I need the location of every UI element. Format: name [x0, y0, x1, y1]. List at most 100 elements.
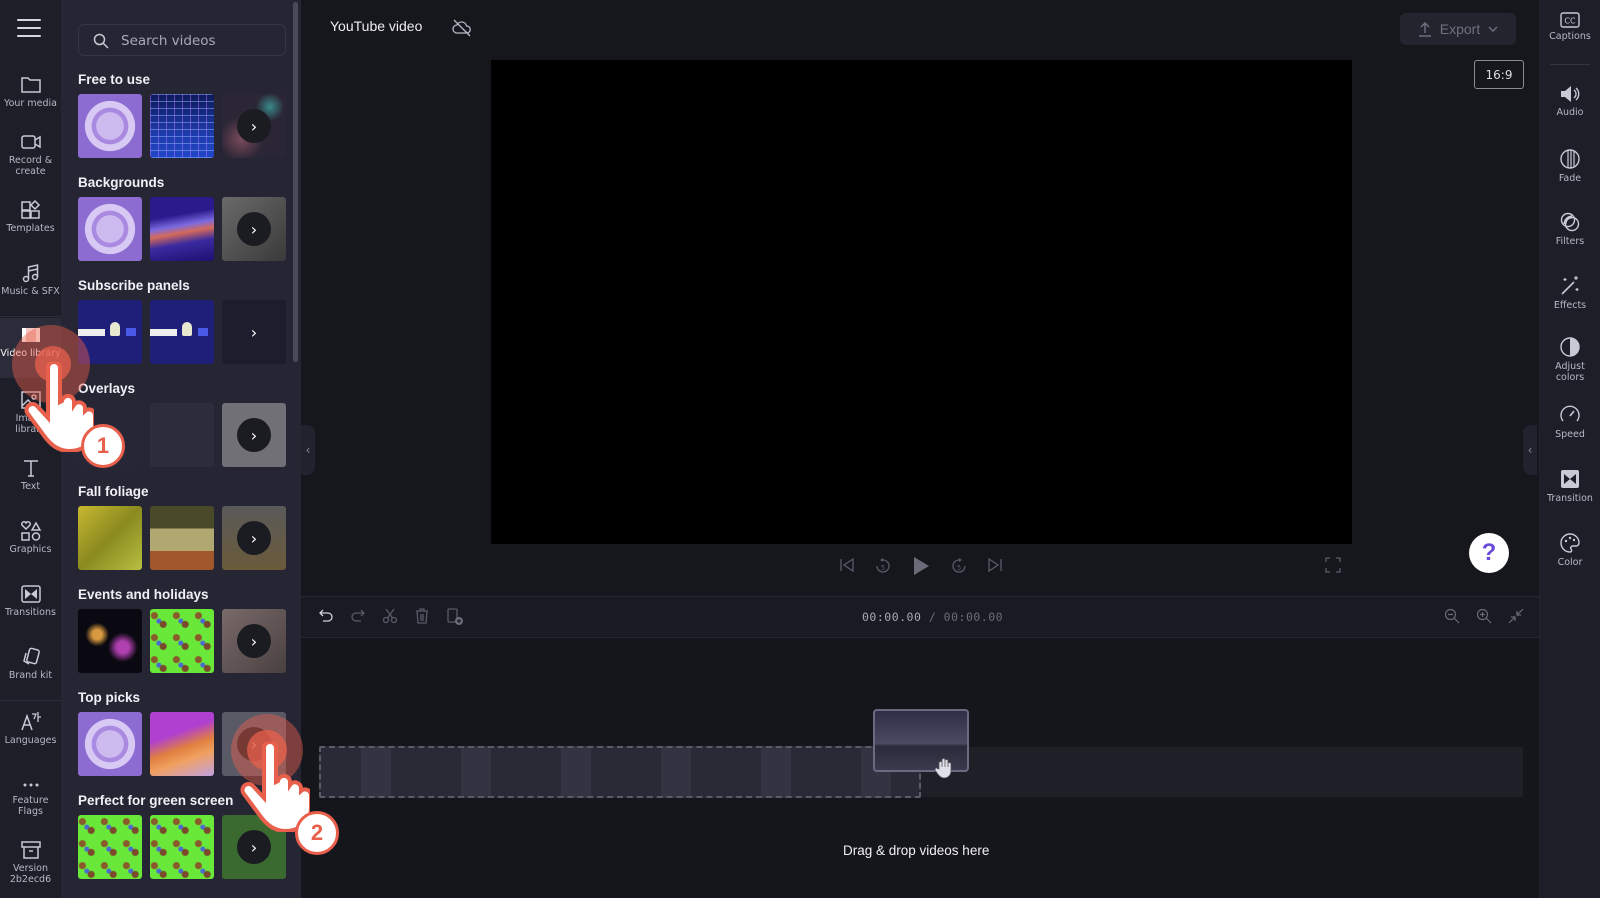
zoom-in-icon[interactable] — [1476, 608, 1492, 624]
nav-label: Version 2b2ecd6 — [9, 863, 52, 885]
undo-icon[interactable] — [318, 608, 334, 624]
rail-label: Transition — [1547, 493, 1593, 504]
video-thumbnail[interactable] — [78, 197, 142, 261]
chevron-right-icon[interactable]: › — [237, 109, 271, 143]
fullscreen-icon[interactable] — [1325, 557, 1341, 573]
search-box[interactable] — [78, 24, 286, 56]
video-thumbnail[interactable] — [150, 403, 214, 467]
nav-item-brand-kit[interactable]: Brand kit — [0, 647, 61, 681]
total-duration: 00:00.00 — [943, 610, 1004, 624]
see-more-tile[interactable]: › — [222, 94, 286, 158]
nav-label: Templates — [6, 223, 55, 234]
video-thumbnail[interactable] — [78, 506, 142, 570]
rail-item-color[interactable]: Color — [1540, 532, 1600, 568]
nav-label: Graphics — [9, 544, 52, 555]
video-thumbnail[interactable] — [150, 94, 214, 158]
nav-divider — [0, 700, 61, 701]
rail-divider — [1550, 64, 1590, 65]
chevron-right-icon[interactable]: › — [237, 830, 271, 864]
nav-item-graphics[interactable]: Graphics — [0, 521, 61, 555]
zoom-out-icon[interactable] — [1444, 608, 1460, 624]
video-thumbnail[interactable] — [150, 197, 214, 261]
nav-item-templates[interactable]: Templates — [0, 200, 61, 234]
see-more-tile[interactable]: › — [222, 300, 286, 364]
split-scissors-icon[interactable] — [382, 608, 398, 624]
search-input[interactable] — [121, 31, 281, 51]
rail-item-transition[interactable]: Transition — [1540, 468, 1600, 504]
collapse-left-panel-button[interactable]: ‹ — [301, 425, 315, 475]
skip-to-end-icon[interactable] — [987, 557, 1003, 573]
rail-item-captions[interactable]: CC Captions — [1540, 12, 1600, 42]
video-thumbnail[interactable] — [150, 300, 214, 364]
play-icon[interactable] — [912, 556, 930, 576]
current-time: 00:00.00 — [862, 610, 922, 624]
hamburger-menu-icon[interactable] — [17, 19, 41, 37]
chevron-right-icon[interactable]: › — [237, 418, 271, 452]
cloud-offline-icon[interactable] — [452, 19, 472, 37]
video-thumbnail[interactable] — [78, 815, 142, 879]
folder-icon — [20, 77, 41, 93]
search-icon — [93, 33, 109, 49]
chevron-right-icon[interactable]: › — [237, 212, 271, 246]
nav-label: Text — [20, 481, 41, 492]
svg-text:5: 5 — [957, 564, 961, 572]
video-thumbnail[interactable] — [150, 506, 214, 570]
nav-divider — [0, 316, 61, 317]
nav-item-music-sfx[interactable]: Music & SFX — [0, 263, 61, 297]
svg-text:CC: CC — [1564, 17, 1576, 26]
palette-icon — [1560, 533, 1580, 553]
rail-label: Audio — [1556, 107, 1584, 118]
video-thumbnail[interactable] — [150, 609, 214, 673]
nav-item-your-media[interactable]: Your media — [0, 75, 61, 109]
drag-drop-hint: Drag & drop videos here — [843, 843, 990, 858]
rail-item-fade[interactable]: Fade — [1540, 148, 1600, 184]
help-button[interactable]: ? — [1469, 533, 1509, 573]
rail-item-adjust-colors[interactable]: Adjust colors — [1540, 336, 1600, 383]
panel-scrollbar[interactable] — [293, 2, 298, 362]
rail-item-audio[interactable]: Audio — [1540, 84, 1600, 118]
rail-label: Speed — [1555, 429, 1585, 440]
chevron-right-icon[interactable]: › — [237, 521, 271, 555]
duplicate-add-icon[interactable] — [446, 608, 464, 626]
section-fall-foliage: Fall foliage › — [78, 482, 288, 570]
brand-kit-icon — [22, 647, 40, 665]
rail-item-effects[interactable]: Effects — [1540, 275, 1600, 311]
speedometer-icon — [1560, 405, 1580, 422]
nav-item-languages[interactable]: Languages — [0, 710, 61, 746]
see-more-tile[interactable]: › — [222, 506, 286, 570]
nav-label: Your media — [4, 98, 57, 109]
nav-item-transitions[interactable]: Transitions — [0, 584, 61, 618]
rewind-5s-icon[interactable]: 5 — [874, 557, 892, 575]
nav-item-text[interactable]: Text — [0, 458, 61, 492]
nav-item-version[interactable]: Version 2b2ecd6 — [0, 840, 61, 885]
export-label: Export — [1439, 21, 1481, 37]
chevron-right-icon[interactable]: › — [237, 315, 271, 349]
video-thumbnail[interactable] — [150, 712, 214, 776]
delete-trash-icon[interactable] — [414, 608, 430, 624]
skip-to-start-icon[interactable] — [839, 557, 855, 573]
video-thumbnail[interactable] — [78, 712, 142, 776]
export-button[interactable]: Export — [1400, 13, 1516, 45]
rail-item-filters[interactable]: Filters — [1540, 211, 1600, 247]
see-more-tile[interactable]: › — [222, 197, 286, 261]
video-thumbnail[interactable] — [78, 94, 142, 158]
see-more-tile[interactable]: › — [222, 403, 286, 467]
rail-item-speed[interactable]: Speed — [1540, 404, 1600, 440]
aspect-ratio-button[interactable]: 16:9 — [1474, 60, 1524, 89]
fit-timeline-icon[interactable] — [1508, 608, 1524, 624]
chevron-right-icon[interactable]: › — [237, 624, 271, 658]
drop-placeholder-clip — [319, 746, 921, 798]
collapse-right-panel-button[interactable]: ‹ — [1523, 425, 1537, 475]
forward-5s-icon[interactable]: 5 — [950, 557, 968, 575]
rail-label: Captions — [1549, 31, 1591, 42]
nav-item-feature-flags[interactable]: Feature Flags — [0, 778, 61, 817]
video-thumbnail[interactable] — [78, 609, 142, 673]
captions-icon: CC — [1560, 12, 1580, 28]
project-title[interactable]: YouTube video — [330, 18, 422, 34]
section-title: Backgrounds — [78, 175, 165, 190]
nav-item-record-create[interactable]: Record & create — [0, 132, 61, 177]
redo-icon[interactable] — [350, 608, 366, 624]
see-more-tile[interactable]: › — [222, 609, 286, 673]
music-note-icon — [22, 264, 38, 283]
video-thumbnail[interactable] — [150, 815, 214, 879]
